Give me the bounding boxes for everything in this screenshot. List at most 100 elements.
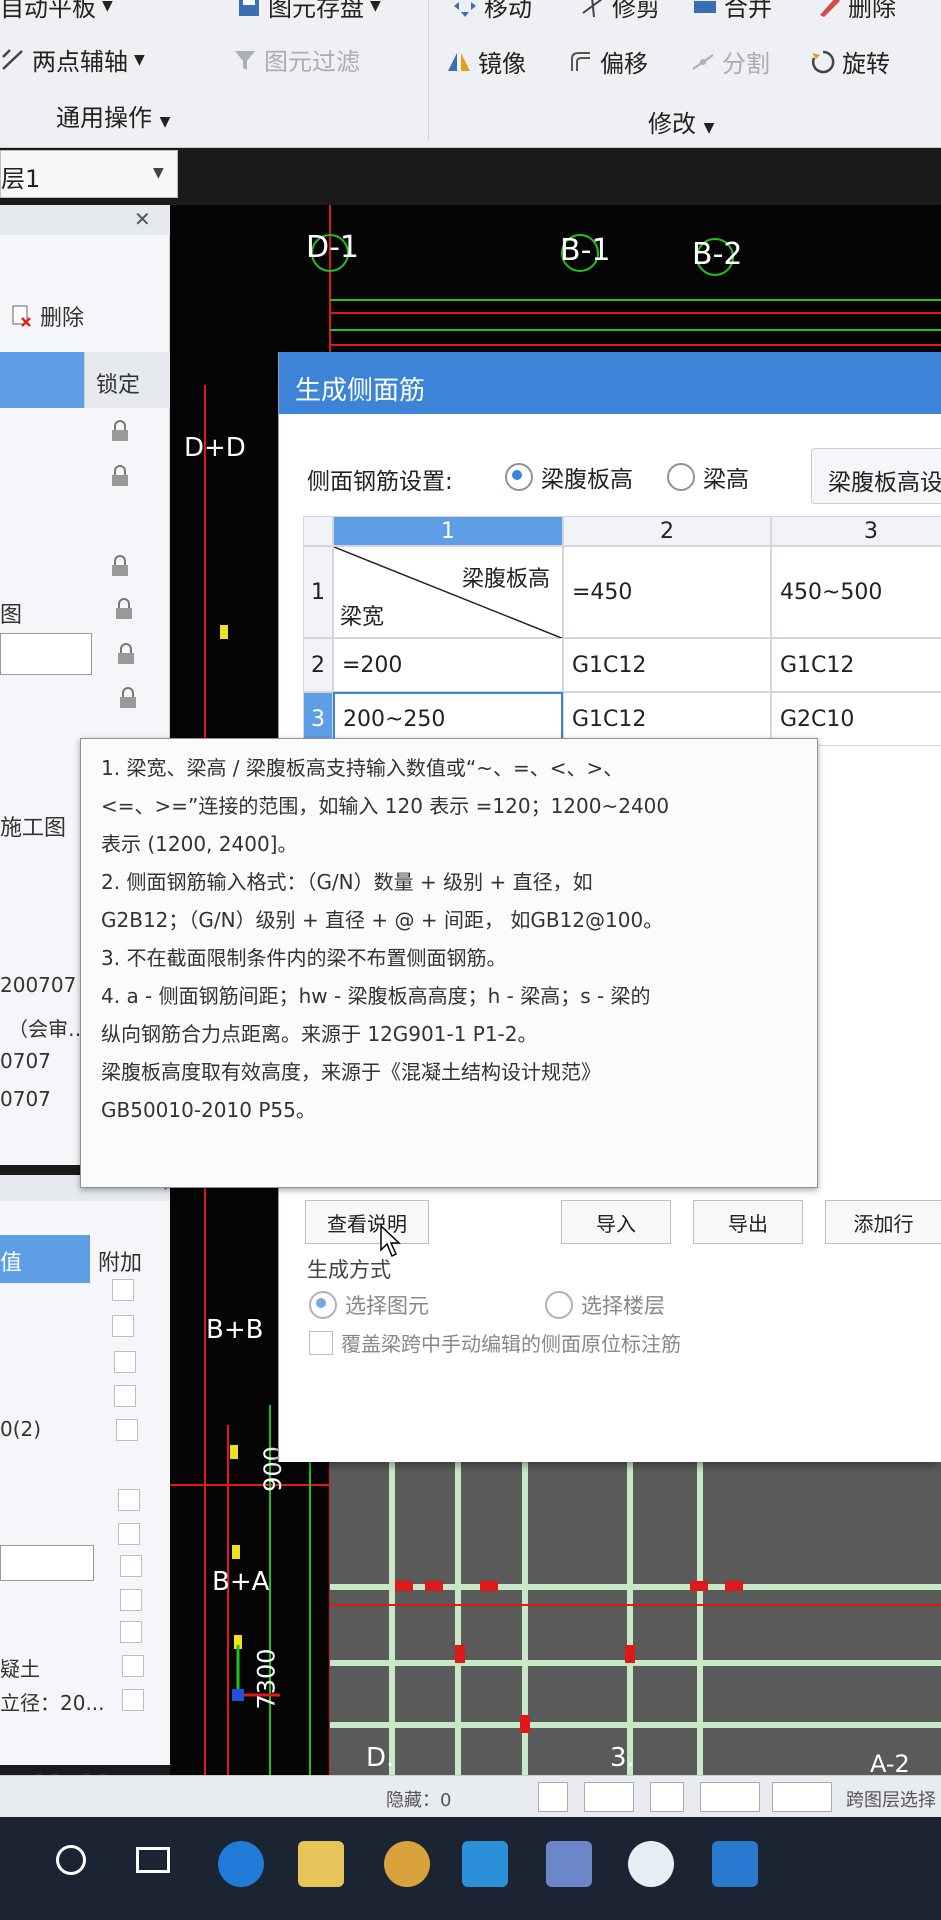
- diagonal-bottom-label: 梁宽: [340, 605, 385, 630]
- modify-group[interactable]: 修改 ▼: [648, 104, 714, 139]
- table-cell[interactable]: G1C12: [771, 638, 941, 692]
- split-button[interactable]: 分割: [690, 44, 770, 79]
- close-icon[interactable]: ✕: [134, 207, 151, 231]
- ortho-toggle-icon[interactable]: [538, 1782, 568, 1812]
- layer-item-drawing[interactable]: 图: [0, 597, 22, 629]
- lock-icon[interactable]: [114, 598, 134, 620]
- import-button[interactable]: 导入: [561, 1200, 671, 1244]
- attach-checkbox[interactable]: [120, 1621, 142, 1643]
- trim-button[interactable]: 修剪: [580, 0, 660, 23]
- tab-web-height-setting[interactable]: 梁腹板高设: [811, 448, 941, 504]
- attach-checkbox[interactable]: [120, 1555, 142, 1577]
- cortana-icon[interactable]: [56, 1845, 86, 1875]
- panel-delete-label: 删除: [40, 306, 85, 331]
- delete-button[interactable]: 删除: [816, 0, 896, 23]
- attach-checkbox[interactable]: [114, 1385, 136, 1407]
- app-icon[interactable]: [712, 1841, 758, 1887]
- two-point-axis-button[interactable]: 两点辅轴 ▼: [0, 42, 145, 77]
- property-value-input[interactable]: [0, 1545, 94, 1581]
- chrome-browser-icon[interactable]: [384, 1841, 430, 1887]
- attach-checkbox[interactable]: [122, 1655, 144, 1677]
- angle-toggle-icon[interactable]: [700, 1782, 760, 1812]
- tooltip-line: GB50010-2010 P55。: [101, 1098, 316, 1122]
- table-cell[interactable]: =450: [563, 546, 771, 638]
- layer-name-input[interactable]: [0, 633, 92, 675]
- delete-label: 删除: [848, 0, 896, 22]
- layer-item-construction-drawing[interactable]: 施工图: [0, 810, 66, 842]
- dropdown-arrow-icon: ▼: [703, 120, 715, 136]
- lock-icon[interactable]: [118, 687, 138, 709]
- table-cell[interactable]: G1C12: [563, 638, 771, 692]
- column-header-2[interactable]: 2: [563, 516, 771, 546]
- radio-web-height[interactable]: 梁腹板高: [505, 460, 633, 494]
- file-explorer-icon[interactable]: [298, 1841, 344, 1887]
- panel-delete-button[interactable]: 删除: [10, 300, 84, 332]
- lock-icon[interactable]: [110, 465, 130, 487]
- attach-checkbox[interactable]: [112, 1315, 134, 1337]
- radio-button-selected: [309, 1291, 337, 1319]
- lock-icon[interactable]: [110, 420, 130, 442]
- override-manual-checkbox[interactable]: 覆盖梁跨中手动编辑的侧面原位标注筋: [309, 1328, 681, 1357]
- table-cell[interactable]: 450~500: [771, 546, 941, 638]
- two-point-axis-label: 两点辅轴: [32, 48, 128, 76]
- move-button[interactable]: 移动: [452, 0, 532, 23]
- lock-icon[interactable]: [116, 643, 136, 665]
- radio-select-floor-label: 选择楼层: [581, 1294, 665, 1318]
- radio-select-element[interactable]: 选择图元: [309, 1290, 429, 1320]
- lock-icon[interactable]: [110, 555, 130, 577]
- layer-item-0707-b[interactable]: 0707: [0, 1087, 51, 1111]
- element-filter-button[interactable]: 图元过滤: [232, 42, 360, 77]
- move-label: 移动: [484, 0, 532, 22]
- merge-button[interactable]: 合并: [692, 0, 772, 23]
- attach-checkbox[interactable]: [122, 1689, 144, 1711]
- add-row-button[interactable]: 添加行: [825, 1200, 941, 1244]
- export-button[interactable]: 导出: [693, 1200, 803, 1244]
- property-concrete: 疑土: [0, 1657, 40, 1681]
- tooltip-line: 3. 不在截面限制条件内的梁不布置侧面钢筋。: [101, 946, 507, 970]
- side-rebar-setting-label: 侧面钢筋设置:: [307, 469, 453, 495]
- auto-template-button[interactable]: 自动平板 ▼: [0, 0, 113, 23]
- offset-button[interactable]: 偏移: [568, 44, 648, 79]
- cross-layer-select[interactable]: 跨图层选择: [846, 1786, 936, 1812]
- close-icon[interactable]: [650, 1782, 684, 1812]
- layer-item-0707-a[interactable]: 0707: [0, 1049, 51, 1073]
- mirror-button[interactable]: 镜像: [446, 44, 526, 79]
- view-help-button[interactable]: 查看说明: [305, 1200, 429, 1244]
- column-header-1[interactable]: 1: [333, 516, 563, 546]
- layer-item-review[interactable]: （会审…: [8, 1013, 88, 1042]
- wechat-icon[interactable]: [628, 1841, 674, 1887]
- row-header-1[interactable]: 1: [303, 546, 333, 638]
- plus-toggle-icon[interactable]: [772, 1782, 832, 1812]
- snap-toggle-icon[interactable]: [584, 1782, 634, 1812]
- edge-browser-icon[interactable]: [218, 1841, 264, 1887]
- element-save-button[interactable]: 图元存盘 ▼: [236, 0, 381, 23]
- attach-checkbox[interactable]: [114, 1351, 136, 1373]
- dialog-title-bar[interactable]: 生成侧面筋: [279, 352, 941, 414]
- attach-checkbox[interactable]: [112, 1279, 134, 1301]
- radio-select-floor[interactable]: 选择楼层: [545, 1290, 665, 1320]
- axis-icon: [2, 48, 23, 70]
- glodon-app-icon[interactable]: [462, 1841, 508, 1887]
- axis-label-ba: B+A: [212, 1567, 270, 1597]
- trim-label: 修剪: [612, 0, 660, 22]
- common-operations-group[interactable]: 通用操作 ▼: [56, 98, 170, 133]
- offset-icon: [571, 51, 590, 71]
- attach-header-label: 附加: [98, 1251, 143, 1276]
- attach-checkbox[interactable]: [118, 1489, 140, 1511]
- attach-checkbox[interactable]: [116, 1419, 138, 1441]
- cad-app-icon[interactable]: [546, 1841, 592, 1887]
- column-header-3[interactable]: 3: [771, 516, 941, 546]
- task-view-icon[interactable]: [136, 1847, 170, 1873]
- layer-item-200707[interactable]: 200707: [0, 973, 76, 997]
- attach-checkbox[interactable]: [120, 1589, 142, 1611]
- rotate-icon: [811, 50, 835, 73]
- radio-beam-height[interactable]: 梁高: [667, 460, 749, 494]
- row-header-2[interactable]: 2: [303, 638, 333, 692]
- attach-checkbox[interactable]: [118, 1523, 140, 1545]
- rotate-button[interactable]: 旋转: [810, 44, 890, 79]
- floor-select[interactable]: 层1 ▼: [0, 150, 178, 198]
- diagonal-header-cell[interactable]: 梁腹板高 梁宽: [333, 546, 564, 639]
- override-manual-label: 覆盖梁跨中手动编辑的侧面原位标注筋: [341, 1332, 681, 1356]
- table-cell[interactable]: =200: [333, 638, 563, 692]
- radio-button: [667, 463, 695, 491]
